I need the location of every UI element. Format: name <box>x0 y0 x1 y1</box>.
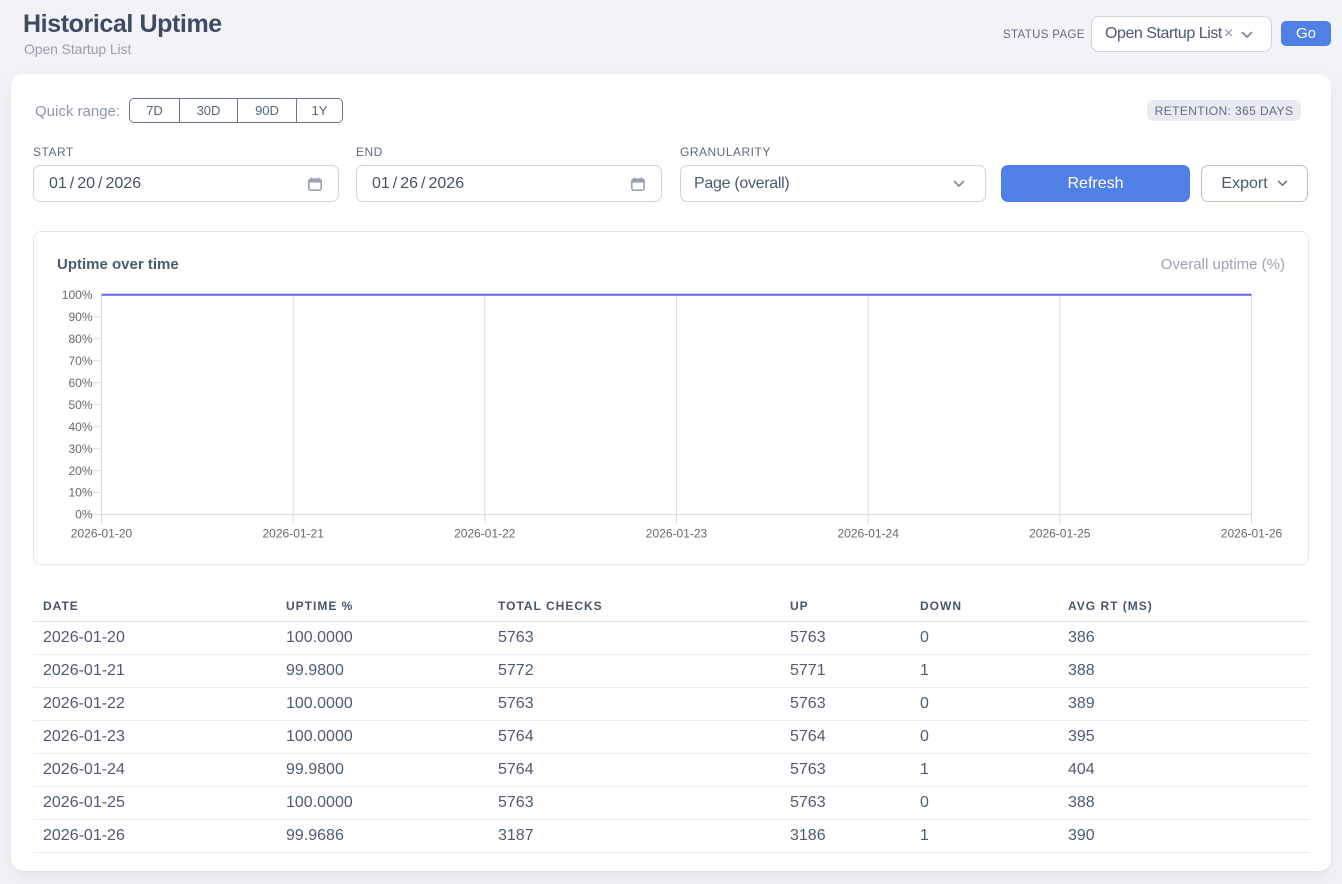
svg-text:2026-01-22: 2026-01-22 <box>454 527 516 541</box>
svg-text:0%: 0% <box>75 508 93 522</box>
svg-text:80%: 80% <box>68 332 92 346</box>
svg-text:2026-01-21: 2026-01-21 <box>263 527 325 541</box>
svg-text:100%: 100% <box>62 288 93 302</box>
svg-text:90%: 90% <box>68 310 92 324</box>
svg-text:2026-01-25: 2026-01-25 <box>1029 527 1091 541</box>
svg-text:30%: 30% <box>68 442 92 456</box>
svg-text:50%: 50% <box>68 398 92 412</box>
svg-text:40%: 40% <box>68 420 92 434</box>
svg-text:2026-01-26: 2026-01-26 <box>1221 527 1283 541</box>
svg-text:70%: 70% <box>68 354 92 368</box>
svg-text:60%: 60% <box>68 376 92 390</box>
svg-text:2026-01-24: 2026-01-24 <box>838 527 900 541</box>
svg-text:20%: 20% <box>68 464 92 478</box>
svg-text:10%: 10% <box>68 486 92 500</box>
svg-text:2026-01-23: 2026-01-23 <box>646 527 708 541</box>
svg-text:2026-01-20: 2026-01-20 <box>71 527 133 541</box>
